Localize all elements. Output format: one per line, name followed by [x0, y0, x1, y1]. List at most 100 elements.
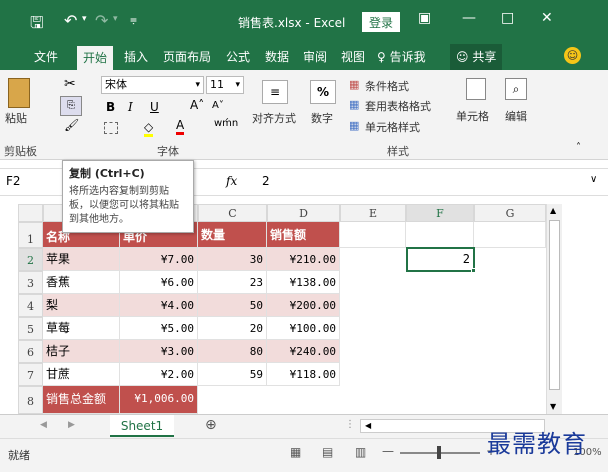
tell-me[interactable]: ♀ 告诉我 [371, 44, 432, 70]
decrease-font-icon[interactable]: A˅ [212, 100, 224, 111]
table-format-button[interactable]: 套用表格格式 [365, 98, 431, 114]
sheet-tab[interactable]: Sheet1 [110, 415, 174, 437]
cell-sales[interactable]: ¥200.00 [267, 294, 340, 317]
expand-formula-icon[interactable]: ∨ [590, 174, 597, 185]
vertical-scrollbar[interactable]: ▲ ▼ [546, 204, 562, 414]
row-header[interactable]: 1 [18, 222, 43, 248]
cell-sales[interactable]: ¥210.00 [267, 248, 340, 271]
edit-label[interactable]: 编辑 [505, 108, 527, 124]
collapse-ribbon-icon[interactable]: ˄ [576, 142, 581, 153]
col-header-f[interactable]: F [406, 204, 474, 222]
row-header[interactable]: 6 [18, 340, 43, 363]
header-cell-sales[interactable]: 销售额 [267, 222, 340, 248]
name-box[interactable]: F2 [6, 174, 21, 188]
maximize-icon[interactable]: □ [501, 10, 514, 26]
row-header[interactable]: 7 [18, 363, 43, 386]
cells-label[interactable]: 单元格 [456, 108, 489, 124]
cell-qty[interactable]: 23 [198, 271, 267, 294]
row-header[interactable]: 8 [18, 386, 43, 414]
cell-sales[interactable]: ¥240.00 [267, 340, 340, 363]
scroll-down-icon[interactable]: ▼ [550, 402, 556, 411]
cell-name[interactable]: 甘蔗 [43, 363, 120, 386]
cut-icon[interactable]: ✂ [64, 76, 76, 92]
zoom-out-icon[interactable]: — [382, 444, 394, 458]
number-format-icon[interactable]: % [310, 80, 336, 104]
cell-qty[interactable]: 50 [198, 294, 267, 317]
login-button[interactable]: 登录 [362, 12, 400, 32]
zoom-slider-handle[interactable] [437, 446, 441, 459]
cell-sales[interactable]: ¥138.00 [267, 271, 340, 294]
undo-dropdown-icon[interactable]: ▾ [82, 14, 87, 24]
minimize-icon[interactable]: — [462, 10, 476, 26]
tab-review[interactable]: 审阅 [297, 44, 333, 70]
save-icon[interactable]: 🖫 [30, 12, 44, 39]
fx-icon[interactable]: fx [226, 174, 237, 188]
cell-e1[interactable] [340, 222, 406, 248]
tab-file[interactable]: 文件 [28, 44, 64, 70]
fill-handle[interactable] [471, 268, 476, 273]
close-icon[interactable]: ✕ [541, 10, 553, 26]
total-value-cell[interactable]: ¥1,006.00 [120, 386, 198, 414]
cell-style-button[interactable]: 单元格样式 [365, 119, 420, 135]
tab-page-layout[interactable]: 页面布局 [157, 44, 217, 70]
scroll-thumb[interactable] [549, 220, 560, 390]
col-header-e[interactable]: E [340, 204, 406, 222]
align-label[interactable]: 对齐方式 [252, 110, 296, 126]
paste-label[interactable]: 粘贴 [5, 110, 27, 126]
sheet-prev-icon[interactable]: ◀ [40, 420, 47, 430]
cell-sales[interactable]: ¥118.00 [267, 363, 340, 386]
cell-price[interactable]: ¥5.00 [120, 317, 198, 340]
tab-view[interactable]: 视图 [335, 44, 371, 70]
share-button[interactable]: ☺ 共享 [450, 44, 503, 70]
customize-icon[interactable]: ⩦ [130, 12, 137, 27]
cell-qty[interactable]: 59 [198, 363, 267, 386]
format-painter-icon[interactable]: 🖌 [64, 118, 79, 132]
cell-price[interactable]: ¥2.00 [120, 363, 198, 386]
page-break-icon[interactable]: ▥ [355, 445, 366, 459]
underline-button[interactable]: U [150, 100, 159, 114]
search-icon[interactable]: ⌕ [505, 78, 527, 100]
phonetic-icon[interactable]: wḿn [214, 118, 238, 129]
redo-dropdown-icon[interactable]: ▾ [113, 14, 118, 24]
cell-sales[interactable]: ¥100.00 [267, 317, 340, 340]
cell-name[interactable]: 梨 [43, 294, 120, 317]
selected-cell-f2[interactable]: 2 [406, 247, 475, 272]
cell-name[interactable]: 苹果 [43, 248, 120, 271]
font-color-icon[interactable]: A [176, 118, 185, 135]
font-name-select[interactable]: 宋体 ▾ [101, 76, 204, 94]
cells-icon[interactable] [466, 78, 486, 100]
conditional-format-button[interactable]: 条件格式 [365, 78, 409, 94]
col-header-c[interactable]: C [198, 204, 267, 222]
normal-view-icon[interactable]: ▦ [290, 445, 301, 459]
undo-icon[interactable]: ↶ [64, 11, 77, 30]
cell-price[interactable]: ¥7.00 [120, 248, 198, 271]
tab-home[interactable]: 开始 [77, 46, 114, 70]
header-cell-qty[interactable]: 数量 [198, 222, 267, 248]
tab-insert[interactable]: 插入 [118, 44, 154, 70]
bold-button[interactable]: B [106, 100, 115, 114]
select-all-corner[interactable] [18, 204, 43, 222]
cell-name[interactable]: 桔子 [43, 340, 120, 363]
cell-price[interactable]: ¥3.00 [120, 340, 198, 363]
cell-name[interactable]: 香蕉 [43, 271, 120, 294]
row-header[interactable]: 4 [18, 294, 43, 317]
total-label-cell[interactable]: 销售总金额 [43, 386, 120, 414]
fill-color-icon[interactable]: ◇ [144, 120, 154, 137]
cell-g1[interactable] [474, 222, 546, 248]
cell-price[interactable]: ¥6.00 [120, 271, 198, 294]
font-size-select[interactable]: 11 ▾ [206, 76, 244, 94]
increase-font-icon[interactable]: A˄ [190, 98, 204, 112]
copy-icon[interactable]: ⎘ [60, 96, 82, 116]
align-icon[interactable]: ≡ [262, 80, 288, 104]
sheet-next-icon[interactable]: ▶ [68, 420, 75, 430]
cell-qty[interactable]: 20 [198, 317, 267, 340]
tab-data[interactable]: 数据 [259, 44, 295, 70]
cell-qty[interactable]: 30 [198, 248, 267, 271]
row-header[interactable]: 5 [18, 317, 43, 340]
smiley-icon[interactable]: ☺ [564, 47, 581, 64]
add-sheet-icon[interactable]: ⊕ [205, 417, 217, 433]
cell-qty[interactable]: 80 [198, 340, 267, 363]
cell-f1[interactable] [406, 222, 474, 248]
sheet-options-icon[interactable]: ⋮ [345, 419, 355, 430]
tab-formulas[interactable]: 公式 [220, 44, 256, 70]
